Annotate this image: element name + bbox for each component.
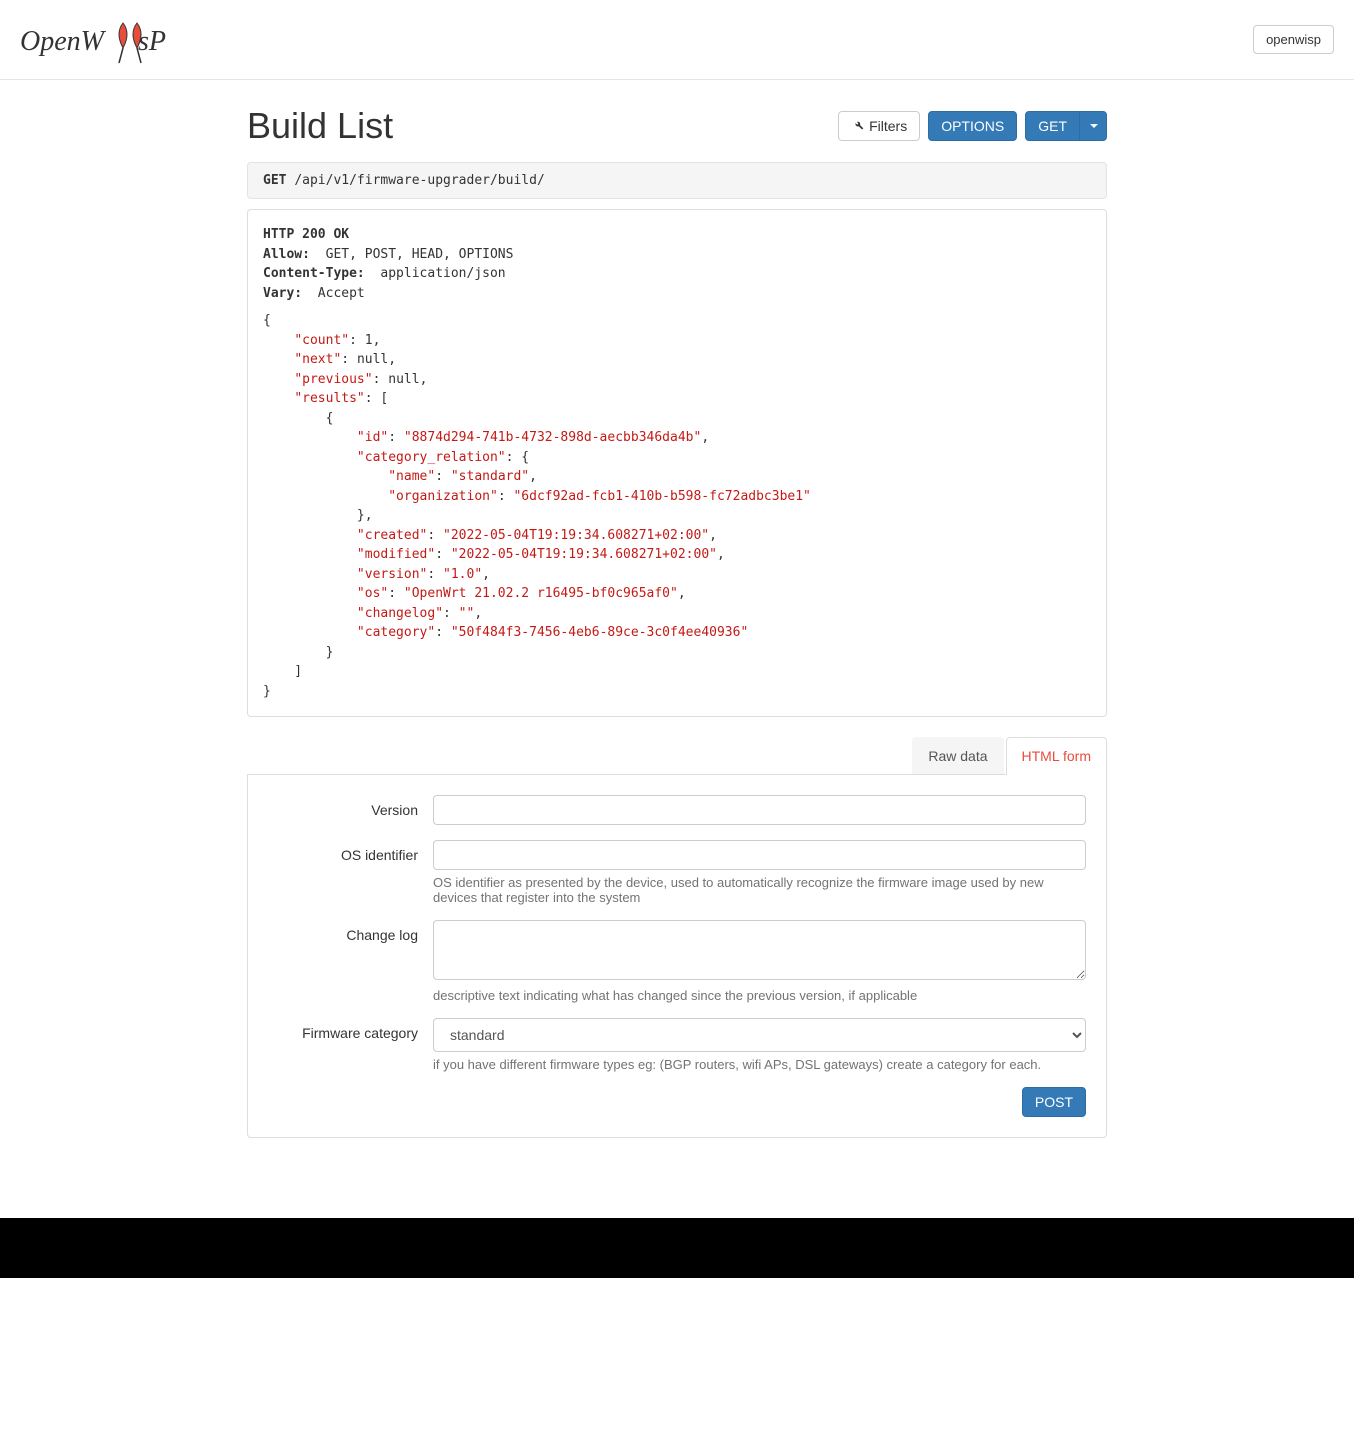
caret-down-icon [1090,124,1098,128]
form-panel: Version OS identifier OS identifier as p… [247,775,1107,1138]
user-menu-button[interactable]: openwisp [1253,25,1334,54]
page-title: Build List [247,105,393,147]
category-help: if you have different firmware types eg:… [433,1057,1086,1072]
response-info: HTTP 200 OK Allow: GET, POST, HEAD, OPTI… [247,209,1107,717]
post-button[interactable]: POST [1022,1087,1086,1117]
form-group-os: OS identifier OS identifier as presented… [268,840,1086,905]
os-input[interactable] [433,840,1086,870]
logo[interactable]: OpenW sP [20,8,220,72]
get-button-group: GET [1025,111,1107,141]
wrench-icon [851,119,865,133]
form-group-category: Firmware category standard if you have d… [268,1018,1086,1072]
get-dropdown-toggle[interactable] [1080,111,1107,141]
category-label: Firmware category [268,1018,433,1072]
form-group-changelog: Change log descriptive text indicating w… [268,920,1086,1003]
options-button[interactable]: OPTIONS [928,111,1017,141]
tab-html-form[interactable]: HTML form [1006,737,1107,775]
filters-button[interactable]: Filters [838,111,920,141]
changelog-input[interactable] [433,920,1086,980]
filters-label: Filters [869,118,907,134]
footer [0,1218,1354,1278]
changelog-help: descriptive text indicating what has cha… [433,988,1086,1003]
request-method: GET [263,173,286,188]
request-path: /api/v1/firmware-upgrader/build/ [294,173,544,188]
os-help: OS identifier as presented by the device… [433,875,1086,905]
navbar: OpenW sP openwisp [0,0,1354,80]
category-select[interactable]: standard [433,1018,1086,1052]
get-button[interactable]: GET [1025,111,1080,141]
form-actions: POST [268,1087,1086,1117]
version-input[interactable] [433,795,1086,825]
request-info: GET /api/v1/firmware-upgrader/build/ [247,162,1107,199]
tab-raw-data[interactable]: Raw data [912,737,1003,774]
version-label: Version [268,795,433,825]
os-label: OS identifier [268,840,433,905]
svg-text:OpenW: OpenW [20,26,107,57]
tabs: Raw data HTML form [247,737,1107,775]
svg-text:sP: sP [138,26,166,57]
changelog-label: Change log [268,920,433,1003]
page-header: Build List Filters OPTIONS GET [247,105,1107,147]
form-group-version: Version [268,795,1086,825]
header-actions: Filters OPTIONS GET [838,111,1107,141]
